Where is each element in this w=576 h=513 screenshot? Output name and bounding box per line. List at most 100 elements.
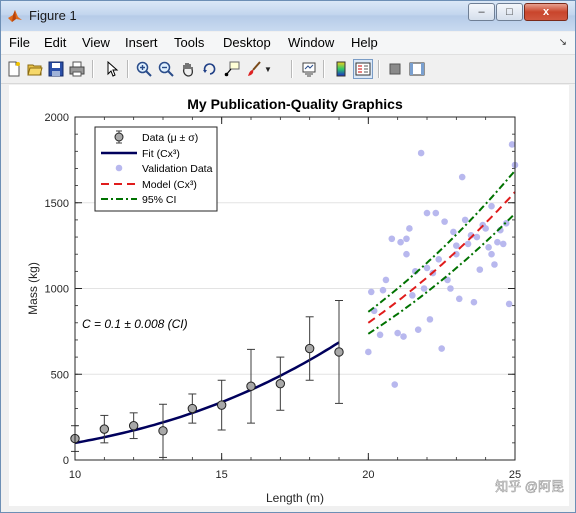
toolbar-separator [92, 60, 94, 78]
data-point [99, 424, 110, 434]
legend-label: 95% CI [142, 194, 176, 206]
zoom-out-button[interactable] [156, 59, 176, 79]
validation-point [435, 256, 443, 263]
chevron-down-icon: ▼ [264, 64, 272, 74]
window-title: Figure 1 [29, 8, 77, 23]
maximize-button[interactable]: □ [496, 3, 523, 21]
matlab-logo-icon [8, 10, 22, 22]
dock-arrow-icon[interactable]: ↘ [559, 37, 567, 48]
validation-point [400, 333, 407, 340]
x-axis-label: Length (m) [266, 491, 324, 505]
insert-legend-button[interactable] [353, 59, 373, 79]
minimize-button[interactable]: – [468, 3, 495, 21]
validation-point [473, 233, 481, 241]
menu-window[interactable]: Window [288, 35, 334, 50]
menu-file[interactable]: File [9, 35, 30, 50]
zoom-out-icon [158, 61, 174, 77]
menu-edit[interactable]: Edit [44, 35, 66, 50]
validation-point [414, 326, 422, 333]
validation-point [391, 381, 399, 388]
close-button[interactable]: x [524, 3, 568, 21]
new-figure-icon [8, 61, 20, 77]
validation-point [420, 285, 428, 292]
show-plot-tools-button[interactable] [407, 59, 427, 79]
validation-point [403, 235, 410, 243]
y-axis-label: Mass (kg) [26, 262, 40, 315]
validation-point [432, 209, 440, 217]
data-point [187, 403, 198, 414]
zoom-in-icon [136, 61, 152, 77]
validation-point [394, 329, 401, 337]
edit-plot-button[interactable] [102, 59, 122, 79]
validation-point [488, 202, 495, 210]
edit-plot-arrow-icon [107, 61, 119, 77]
validation-point [426, 316, 434, 323]
maximize-icon: □ [506, 6, 513, 18]
menu-desktop[interactable]: Desktop [223, 35, 271, 50]
brush-button[interactable] [244, 59, 264, 79]
insert-colorbar-button[interactable] [331, 59, 351, 79]
new-figure-button[interactable] [4, 59, 24, 79]
print-icon [69, 61, 85, 77]
insert-colorbar-icon [336, 61, 346, 77]
brush-icon [248, 61, 261, 76]
validation-point [438, 345, 445, 352]
pan-button[interactable] [178, 59, 198, 79]
rotate-3d-icon [203, 63, 216, 75]
link-plot-button[interactable] [299, 59, 319, 79]
validation-point [365, 348, 372, 356]
data-cursor-button[interactable] [222, 59, 242, 79]
validation-point [447, 285, 454, 292]
open-file-button[interactable] [25, 59, 45, 79]
legend-data-marker [114, 132, 124, 142]
data-point [304, 343, 315, 354]
watermark-text: 知乎 @阿昆 [495, 479, 564, 494]
menu-bar: File Edit View Insert Tools Desktop Wind… [1, 32, 575, 55]
validation-point [499, 240, 507, 248]
validation-point [382, 276, 390, 284]
figure-window: Figure 1 – □ x File Edit View Insert Too… [0, 0, 576, 513]
validation-point [450, 228, 457, 236]
toolbar-separator [291, 60, 293, 78]
data-point [246, 381, 256, 391]
rotate-3d-button[interactable] [200, 59, 220, 79]
validation-point [403, 250, 410, 258]
y-tick-label: 0 [63, 455, 69, 467]
minimize-icon: – [478, 6, 485, 18]
save-button[interactable] [46, 59, 66, 79]
y-tick-label: 1500 [45, 198, 69, 210]
menu-help[interactable]: Help [351, 35, 378, 50]
data-cursor-icon [224, 61, 240, 77]
legend-label: Fit (Cx³) [142, 148, 180, 160]
x-tick-label: 15 [216, 469, 228, 481]
print-button[interactable] [67, 59, 87, 79]
hide-plot-tools-icon [389, 63, 401, 75]
validation-point [470, 298, 478, 306]
menu-tools[interactable]: Tools [174, 35, 204, 50]
validation-point [406, 225, 413, 232]
toolbar-separator [323, 60, 325, 78]
menu-view[interactable]: View [82, 35, 110, 50]
data-point [334, 347, 344, 357]
validation-point [423, 209, 431, 217]
x-tick-label: 20 [362, 469, 374, 481]
brush-dropdown[interactable]: ▼ [263, 59, 273, 79]
legend-label: Model (Cx³) [142, 179, 197, 191]
zoom-in-button[interactable] [134, 59, 154, 79]
link-plot-icon [302, 62, 316, 77]
legend: Data (μ ± σ) Fit (Cx³) Validation Data Mode… [94, 126, 218, 212]
title-bar[interactable]: Figure 1 – □ x [1, 1, 575, 31]
validation-point [379, 286, 387, 294]
hide-plot-tools-button[interactable] [385, 59, 405, 79]
validation-point [397, 238, 404, 246]
validation-point [455, 295, 463, 303]
plot-svg: 050010001500200010 15 20 25My Publication-Q… [26, 96, 564, 505]
menu-insert[interactable]: Insert [125, 35, 158, 50]
validation-point [409, 292, 416, 299]
insert-legend-icon [355, 62, 371, 76]
close-icon: x [542, 6, 550, 18]
figure-canvas[interactable]: 0 500 1000 1500 2000 10 15 20 25 My Publication-Q… [9, 85, 569, 506]
validation-point [464, 240, 472, 248]
validation-point [388, 235, 396, 243]
data-point [275, 378, 286, 389]
